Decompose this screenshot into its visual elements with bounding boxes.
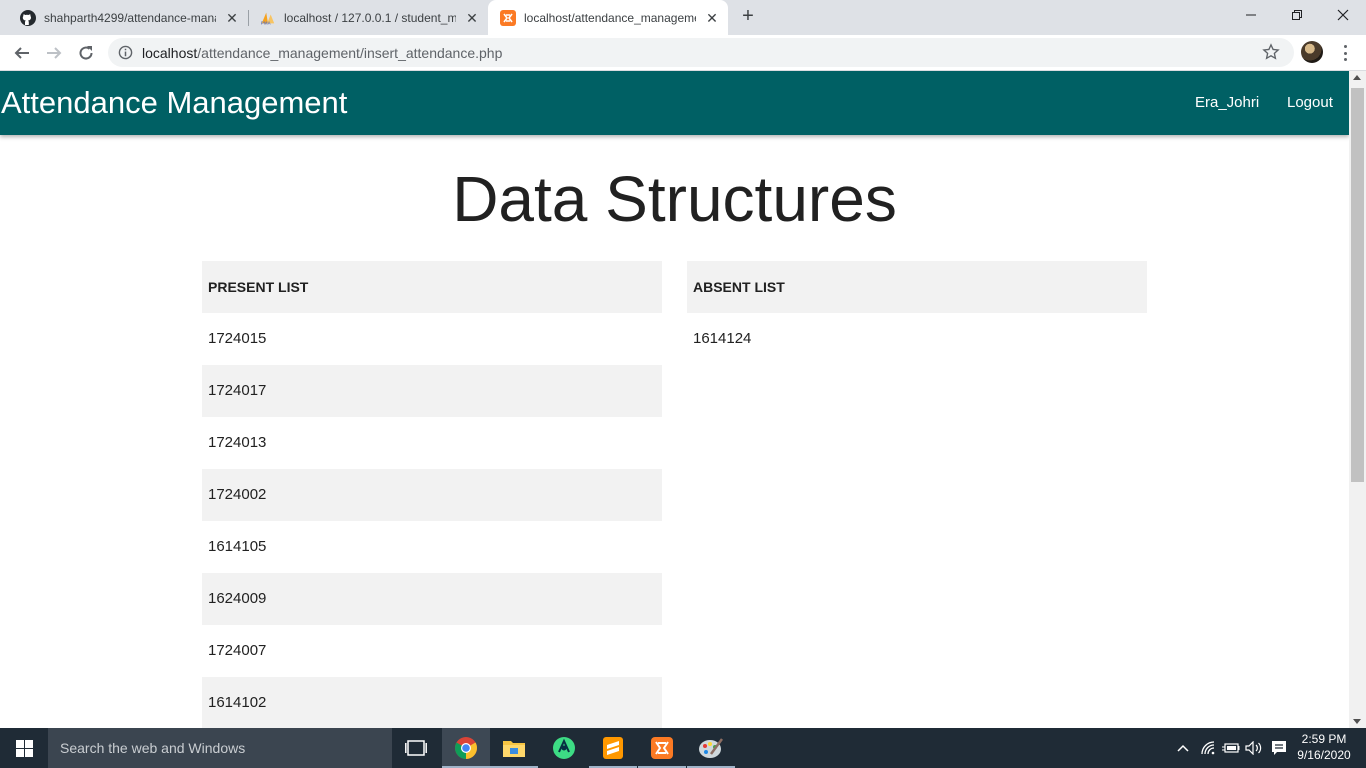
tab-title: shahparth4299/attendance-mana [44, 10, 216, 25]
chrome-taskbar-button[interactable] [442, 728, 490, 768]
back-button[interactable] [8, 39, 36, 67]
bookmark-star-icon[interactable] [1262, 43, 1280, 61]
browser-tab-attendance[interactable]: localhost/attendance_manageme ✕ [488, 0, 728, 35]
tab-title: localhost / 127.0.0.1 / student_ma [284, 10, 456, 25]
page-viewport: Attendance Management Era_Johri Logout D… [0, 71, 1366, 728]
github-icon [20, 9, 36, 26]
file-explorer-icon [503, 741, 525, 757]
xampp-icon [500, 9, 516, 26]
scroll-up-icon[interactable] [1353, 75, 1361, 80]
present-list: PRESENT LIST 1724015 1724017 1724013 172… [202, 261, 662, 728]
paint-button[interactable] [687, 728, 735, 768]
close-icon[interactable]: ✕ [224, 10, 240, 26]
clock-time: 2:59 PM [1301, 732, 1347, 746]
subject-title: Data Structures [452, 163, 897, 235]
close-window-button[interactable] [1320, 0, 1366, 30]
task-view-button[interactable] [392, 728, 440, 768]
xampp-button[interactable] [638, 728, 686, 768]
battery-button[interactable] [1221, 728, 1241, 768]
sublime-text-button[interactable] [589, 728, 637, 768]
taskbar-search[interactable]: Search the web and Windows [48, 728, 392, 768]
new-tab-button[interactable]: + [737, 6, 759, 28]
chrome-menu-icon[interactable] [1335, 43, 1355, 63]
task-view-icon [405, 740, 427, 756]
volume-icon [1245, 741, 1262, 755]
restore-button[interactable] [1274, 0, 1320, 30]
list-item: 1614124 [693, 330, 752, 347]
close-icon[interactable]: ✕ [704, 10, 720, 26]
volume-button[interactable] [1244, 728, 1264, 768]
battery-icon [1222, 743, 1240, 753]
taskbar-clock[interactable]: 2:59 PM 9/16/2020 [1292, 731, 1356, 763]
phpmyadmin-icon: PMA [260, 10, 276, 26]
info-icon[interactable] [118, 45, 133, 60]
url-host: localhost [142, 45, 198, 61]
svg-text:PMA: PMA [261, 20, 272, 25]
sublime-text-icon [603, 737, 623, 759]
browser-tab-github[interactable]: shahparth4299/attendance-mana ✕ [8, 0, 248, 35]
browser-tab-phpmyadmin[interactable]: PMA localhost / 127.0.0.1 / student_ma ✕ [248, 0, 488, 35]
forward-button[interactable] [40, 39, 68, 67]
list-item: 1624009 [202, 573, 662, 625]
forward-arrow-icon [47, 47, 62, 59]
app-header: Attendance Management Era_Johri Logout [0, 71, 1349, 135]
windows-taskbar: Search the web and Windows 2:59 PM 9/16/… [0, 728, 1366, 768]
profile-avatar[interactable] [1301, 41, 1323, 63]
chevron-up-icon [1177, 744, 1189, 752]
list-item: 1614102 [202, 677, 662, 728]
file-explorer-button[interactable] [490, 728, 538, 768]
absent-list: ABSENT LIST 1614124 [687, 261, 1147, 365]
back-arrow-icon [14, 47, 29, 59]
list-item: 1724015 [208, 330, 267, 347]
scroll-down-icon[interactable] [1353, 719, 1361, 724]
absent-list-header: ABSENT LIST [687, 261, 1147, 313]
network-button[interactable] [1198, 728, 1218, 768]
android-studio-icon [553, 737, 575, 759]
url-text: localhost/attendance_management/insert_a… [142, 45, 502, 61]
list-item: 1724007 [208, 642, 267, 659]
reload-button[interactable] [72, 39, 100, 67]
start-button[interactable] [0, 728, 48, 768]
chrome-icon [455, 737, 477, 759]
clock-date: 9/16/2020 [1297, 748, 1351, 762]
taskbar-search-placeholder: Search the web and Windows [60, 740, 246, 756]
list-item: 1724013 [208, 434, 267, 451]
tab-title: localhost/attendance_manageme [524, 10, 696, 25]
url-path: /attendance_management/insert_attendance… [197, 45, 503, 61]
android-studio-button[interactable] [540, 728, 588, 768]
address-bar[interactable]: localhost/attendance_management/insert_a… [108, 38, 1294, 67]
notification-icon [1272, 741, 1286, 755]
list-item: 1724017 [202, 365, 662, 417]
browser-toolbar: localhost/attendance_management/insert_a… [0, 35, 1366, 71]
windows-logo-icon [15, 739, 33, 757]
close-icon[interactable]: ✕ [464, 10, 480, 26]
brand-title[interactable]: Attendance Management [1, 85, 347, 121]
paint-icon [699, 738, 724, 758]
show-hidden-icons-button[interactable] [1173, 728, 1193, 768]
user-link[interactable]: Era_Johri [1195, 94, 1259, 111]
action-center-button[interactable] [1268, 728, 1290, 768]
list-item: 1614105 [208, 538, 267, 555]
wifi-icon [1201, 741, 1215, 755]
present-list-header: PRESENT LIST [202, 261, 662, 313]
logout-link[interactable]: Logout [1287, 94, 1333, 111]
page-scrollbar[interactable] [1349, 71, 1366, 728]
minimize-button[interactable] [1228, 0, 1274, 30]
list-item: 1724002 [202, 469, 662, 521]
browser-tab-strip: shahparth4299/attendance-mana ✕ PMA loca… [0, 0, 1366, 35]
reload-icon [79, 46, 93, 60]
xampp-icon [651, 737, 673, 759]
scrollbar-thumb[interactable] [1351, 88, 1364, 482]
